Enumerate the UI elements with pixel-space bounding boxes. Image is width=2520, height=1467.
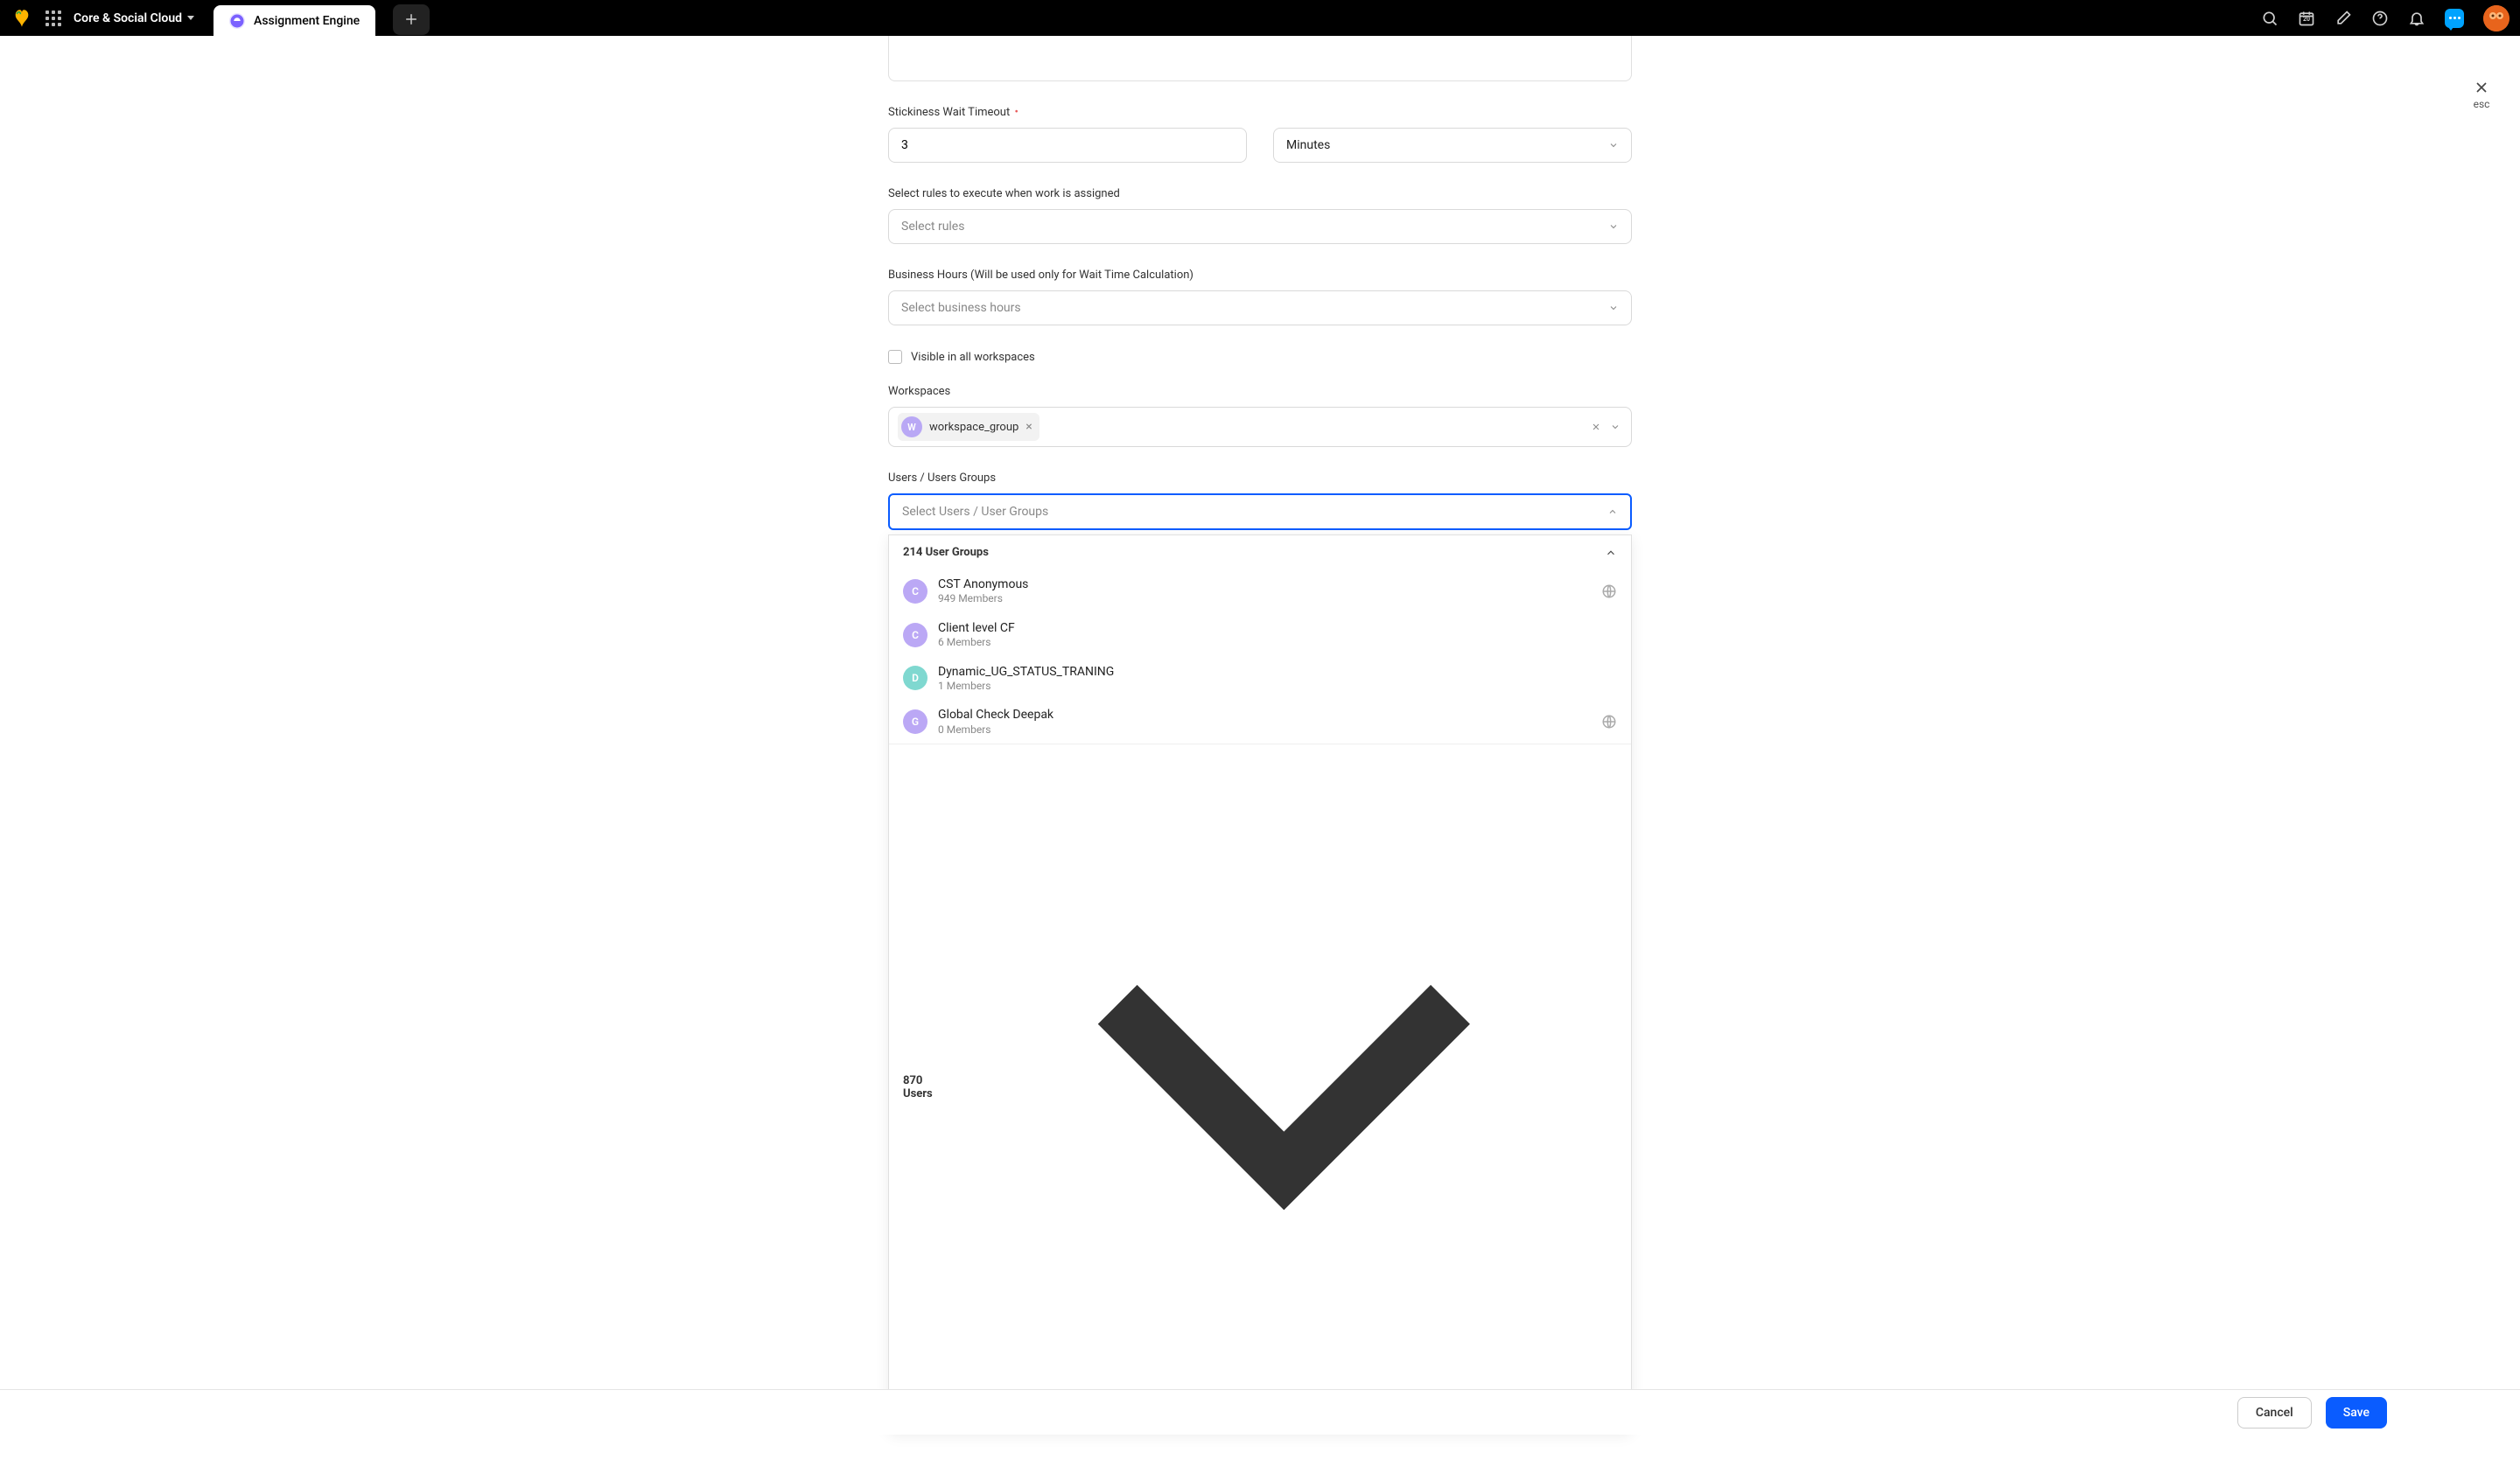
workspaces-chip-input[interactable]: W workspace_group × <box>888 407 1632 447</box>
bell-icon[interactable] <box>2408 10 2426 27</box>
users-label: Users / Users Groups <box>888 472 1632 485</box>
cancel-button[interactable]: Cancel <box>2237 1397 2312 1429</box>
clear-all-icon[interactable] <box>1591 422 1601 432</box>
group-members: 1 Members <box>938 680 1617 694</box>
group-avatar: G <box>903 709 928 734</box>
group-text: Client level CF6 Members <box>938 620 1617 650</box>
dd-groups-list: C CST Anonymous949 Members C Client level C… <box>889 569 1631 744</box>
dd-users-count: 870 Users <box>903 1074 951 1100</box>
workspace-switcher[interactable]: Core & Social Cloud <box>74 11 194 25</box>
calendar-icon[interactable]: 20 <box>2298 10 2315 27</box>
globe-icon <box>1601 583 1617 599</box>
chevron-down-icon <box>1608 303 1619 313</box>
bh-placeholder: Select business hours <box>901 301 1021 315</box>
group-text: CST Anonymous949 Members <box>938 576 1591 606</box>
group-text: Dynamic_UG_STATUS_TRANING1 Members <box>938 664 1617 694</box>
chevron-down-icon <box>1608 140 1619 150</box>
bottom-action-bar: Cancel Save <box>0 1389 2520 1435</box>
chip-label: workspace_group <box>929 421 1018 434</box>
rules-select[interactable]: Select rules <box>888 209 1632 244</box>
field-users-groups: Users / Users Groups Select Users / User… <box>888 472 1632 1432</box>
dd-group-item[interactable]: C CST Anonymous949 Members <box>889 569 1631 613</box>
chevron-down-icon[interactable] <box>1610 422 1620 432</box>
app-logo-icon[interactable] <box>10 7 33 30</box>
group-text: Global Check Deepak0 Members <box>938 707 1591 737</box>
edit-icon[interactable] <box>2334 10 2352 27</box>
group-name: Client level CF <box>938 620 1617 636</box>
previous-field-box[interactable] <box>888 36 1632 81</box>
group-avatar: C <box>903 579 928 604</box>
stickiness-unit-value: Minutes <box>1286 138 1330 152</box>
help-icon[interactable] <box>2371 10 2389 27</box>
field-business-hours: Business Hours (Will be used only for Wa… <box>888 269 1632 325</box>
chevron-up-icon <box>1607 506 1618 517</box>
group-avatar: D <box>903 666 928 690</box>
top-bar-right: 20 <box>2261 5 2510 31</box>
chevron-down-icon <box>1608 221 1619 232</box>
chip-remove-icon[interactable]: × <box>1026 421 1032 433</box>
calendar-date-badge: 20 <box>2298 16 2315 23</box>
form-panel: Stickiness Wait Timeout • Minutes Select… <box>888 36 1632 1467</box>
bh-select[interactable]: Select business hours <box>888 290 1632 325</box>
workspace-chip: W workspace_group × <box>898 413 1040 441</box>
tab-assignment-engine[interactable]: Assignment Engine <box>214 5 375 36</box>
chevron-up-icon <box>1605 547 1617 559</box>
field-rules: Select rules to execute when work is ass… <box>888 187 1632 244</box>
users-groups-select[interactable]: Select Users / User Groups <box>888 493 1632 530</box>
chevron-down-icon <box>187 16 194 20</box>
dd-users-header[interactable]: 870 Users <box>889 744 1631 1431</box>
visible-all-checkbox[interactable] <box>888 350 902 364</box>
chat-icon[interactable] <box>2445 9 2464 28</box>
stickiness-value-input[interactable] <box>888 128 1247 163</box>
group-name: CST Anonymous <box>938 576 1591 592</box>
users-placeholder: Select Users / User Groups <box>902 505 1048 519</box>
esc-label: esc <box>2473 98 2490 110</box>
field-workspaces: Workspaces W workspace_group × <box>888 385 1632 447</box>
workspaces-label: Workspaces <box>888 385 1632 398</box>
rules-label: Select rules to execute when work is ass… <box>888 187 1632 200</box>
bh-label: Business Hours (Will be used only for Wa… <box>888 269 1632 282</box>
group-name: Dynamic_UG_STATUS_TRANING <box>938 664 1617 680</box>
dd-groups-header[interactable]: 214 User Groups <box>889 535 1631 569</box>
app-launcher-icon[interactable] <box>46 10 61 26</box>
dd-group-item[interactable]: G Global Check Deepak0 Members <box>889 700 1631 744</box>
visible-all-label: Visible in all workspaces <box>911 351 1035 364</box>
stickiness-label: Stickiness Wait Timeout • <box>888 106 1632 119</box>
group-members: 949 Members <box>938 592 1591 606</box>
rules-placeholder: Select rules <box>901 220 964 234</box>
workspace-name-label: Core & Social Cloud <box>74 11 182 25</box>
user-avatar[interactable] <box>2483 5 2510 31</box>
dd-groups-count: 214 User Groups <box>903 546 989 559</box>
search-icon[interactable] <box>2261 10 2278 27</box>
close-panel-button[interactable]: esc <box>2473 79 2490 110</box>
visible-all-row: Visible in all workspaces <box>888 350 1632 364</box>
dd-group-item[interactable]: C Client level CF6 Members <box>889 613 1631 657</box>
group-avatar: C <box>903 623 928 647</box>
users-groups-dropdown: 214 User Groups C CST Anonymous949 Member… <box>888 534 1632 1432</box>
tab-icon <box>229 13 245 29</box>
new-tab-button[interactable] <box>393 4 430 35</box>
dd-group-item[interactable]: D Dynamic_UG_STATUS_TRANING1 Members <box>889 657 1631 701</box>
group-name: Global Check Deepak <box>938 707 1591 723</box>
top-bar: Core & Social Cloud Assignment Engine 20 <box>0 0 2520 36</box>
chevron-down-icon <box>951 755 1617 1421</box>
globe-icon <box>1601 714 1617 730</box>
chip-avatar: W <box>901 416 922 437</box>
save-button[interactable]: Save <box>2326 1397 2387 1429</box>
field-stickiness: Stickiness Wait Timeout • Minutes <box>888 106 1632 163</box>
top-bar-left: Core & Social Cloud Assignment Engine <box>10 0 430 36</box>
tab-label: Assignment Engine <box>254 14 360 28</box>
group-members: 0 Members <box>938 723 1591 737</box>
group-members: 6 Members <box>938 636 1617 650</box>
stickiness-value-field[interactable] <box>901 138 1234 152</box>
stickiness-unit-select[interactable]: Minutes <box>1273 128 1632 163</box>
